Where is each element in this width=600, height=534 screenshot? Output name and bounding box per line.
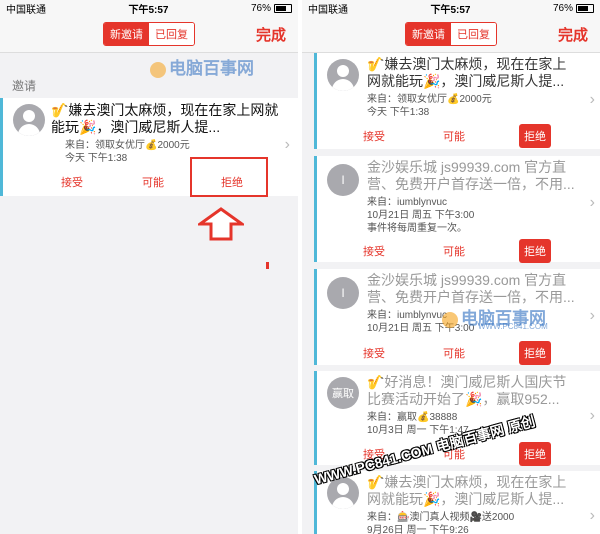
invite-from: 来自：领取女优厅💰2000元 <box>65 140 190 151</box>
carrier: 中国联通 <box>6 4 46 16</box>
chevron-right-icon[interactable]: › <box>590 407 595 425</box>
battery-icon <box>274 3 292 13</box>
invite-title: 金沙娱乐城 js99939.com 官方直营、免费开户首存送一倍，不用... <box>367 272 575 305</box>
status-bar: 中国联通 下午5:57 76% <box>0 0 298 16</box>
watermark-icon <box>442 311 458 328</box>
chevron-right-icon[interactable]: › <box>590 194 595 212</box>
battery-icon <box>576 3 594 13</box>
accept-button[interactable]: 接受 <box>61 174 83 190</box>
maybe-button[interactable]: 可能 <box>443 243 465 259</box>
decline-button[interactable]: 拒绝 <box>519 341 551 365</box>
maybe-button[interactable]: 可能 <box>443 128 465 144</box>
invite-segmented-control: 新邀请 已回复 <box>103 22 195 46</box>
avatar: I <box>327 164 359 196</box>
invite-from: 来自：iumblynvuc <box>367 310 448 321</box>
left-screen: 中国联通 下午5:57 76% 新邀请 已回复 完成 邀请 🎷嫌去澳门太麻烦，现… <box>0 0 298 534</box>
invite-title: 🎷嫌去澳门太麻烦，现在在家上网就能玩🎉，澳门威尼斯人提... <box>367 56 567 89</box>
done-button[interactable]: 完成 <box>558 24 588 45</box>
invite-segmented-control: 新邀请 已回复 <box>405 22 497 46</box>
watermark-logo: 电脑百事网 <box>150 54 254 79</box>
status-bar: 中国联通 下午5:57 76% <box>302 0 600 16</box>
accept-button[interactable]: 接受 <box>363 345 385 361</box>
watermark-icon <box>150 61 166 78</box>
tab-replied[interactable]: 已回复 <box>451 23 496 45</box>
invite-from: 来自：iumblynvuc <box>367 197 448 208</box>
chevron-right-icon[interactable]: › <box>590 91 595 109</box>
tab-replied[interactable]: 已回复 <box>149 23 194 45</box>
accept-button[interactable]: 接受 <box>363 128 385 144</box>
decline-button[interactable]: 拒绝 <box>519 124 551 148</box>
chevron-right-icon[interactable]: › <box>590 307 595 325</box>
battery-percent: 76% <box>250 2 271 14</box>
nav-bar: 新邀请 已回复 完成 <box>302 16 600 53</box>
invite-time: 今天 下午1:38 <box>367 107 430 118</box>
decline-button[interactable]: 拒绝 <box>519 239 551 263</box>
highlight-box <box>190 157 268 197</box>
invite-title: 🎷嫌去澳门太麻烦，现在在家上网就能玩🎉，澳门威尼斯人提... <box>367 474 567 507</box>
invite-from: 来自：🎰澳门真人视频🎥送2000 <box>367 512 515 523</box>
invite-from: 来自：领取女优厅💰2000元 <box>367 94 492 105</box>
nav-bar: 新邀请 已回复 完成 <box>0 16 298 53</box>
tab-new-invites[interactable]: 新邀请 <box>406 23 451 45</box>
tab-new-invites[interactable]: 新邀请 <box>104 23 149 45</box>
decline-button[interactable]: 拒绝 <box>519 442 551 466</box>
invite-time: 10月21日 周五 下午3:00 <box>367 210 475 221</box>
up-arrow-icon <box>198 207 244 241</box>
invite-time: 9月26日 周一 下午9:26 <box>367 525 469 534</box>
avatar <box>327 59 359 91</box>
clock: 下午5:57 <box>430 4 471 16</box>
invite-title: 金沙娱乐城 js99939.com 官方直营、免费开户首存送一倍，不用... <box>367 159 575 192</box>
battery-percent: 76% <box>552 2 573 14</box>
invite-title: 🎷好消息！澳门威尼斯人国庆节比赛活动开始了🎉，赢取952... <box>367 374 567 407</box>
avatar: I <box>327 277 359 309</box>
watermark-url: WWW.PC841.COM <box>478 322 548 331</box>
carrier: 中国联通 <box>308 4 348 16</box>
invite-title: 🎷嫌去澳门太麻烦，现在在家上网就能玩🎉，澳门威尼斯人提... <box>51 102 279 135</box>
avatar <box>13 104 45 136</box>
invite-card[interactable]: 🎷嫌去澳门太麻烦，现在在家上网就能玩🎉，澳门威尼斯人提... 来自：🎰澳门真人视… <box>314 471 600 534</box>
chevron-right-icon[interactable]: › <box>590 507 595 525</box>
avatar: 赢取 <box>327 377 359 409</box>
invite-card[interactable]: I 金沙娱乐城 js99939.com 官方直营、免费开户首存送一倍，不用...… <box>314 156 600 263</box>
accept-button[interactable]: 接受 <box>363 243 385 259</box>
maybe-button[interactable]: 可能 <box>142 174 164 190</box>
done-button[interactable]: 完成 <box>256 24 286 45</box>
clock: 下午5:57 <box>128 4 169 16</box>
chevron-right-icon[interactable]: › <box>285 136 290 154</box>
invite-from: 来自：赢取💰38888 <box>367 412 458 423</box>
maybe-button[interactable]: 可能 <box>443 345 465 361</box>
invite-card[interactable]: 🎷嫌去澳门太麻烦，现在在家上网就能玩🎉，澳门威尼斯人提... 来自：领取女优厅💰… <box>314 53 600 149</box>
invite-time: 今天 下午1:38 <box>65 153 128 164</box>
red-mark <box>266 262 269 269</box>
invite-repeat-note: 事件将每周重复一次。 <box>367 223 467 234</box>
right-screen: 中国联通 下午5:57 76% 新邀请 已回复 完成 🎷嫌去澳门太麻烦，现在在家… <box>302 0 600 534</box>
